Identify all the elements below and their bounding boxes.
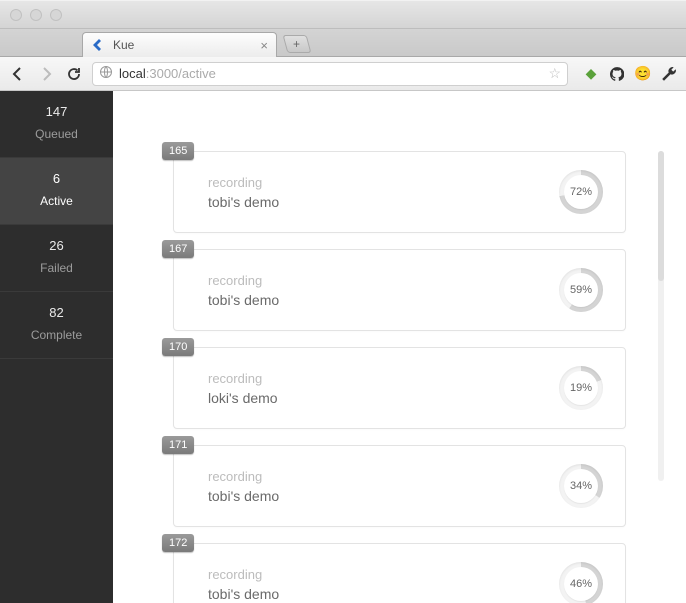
job-id-badge: 170 [162,338,194,356]
sidebar-count: 82 [0,305,113,320]
progress-value: 34% [564,469,598,503]
job-id-badge: 167 [162,240,194,258]
browser-tab-strip: Kue × + [0,29,686,57]
bookmark-star-icon[interactable]: ☆ [548,65,561,82]
window-titlebar [0,0,686,29]
progress-value: 46% [564,567,598,601]
progress-value: 59% [564,273,598,307]
new-tab-button[interactable]: + [283,35,312,53]
sidebar-item-active[interactable]: 6 Active [0,158,113,225]
window-zoom-button[interactable] [50,9,62,21]
window-controls [10,9,62,21]
job-card[interactable]: 171 recording tobi's demo 34% [173,445,626,527]
job-type: recording [208,273,559,288]
progress-ring: 72% [559,170,603,214]
job-id-badge: 172 [162,534,194,552]
job-card[interactable]: 172 recording tobi's demo 46% [173,543,626,603]
forward-button[interactable] [36,64,56,84]
extension-icons: ◆ 😊 [576,65,678,83]
sidebar-label: Failed [0,261,113,275]
job-id-badge: 171 [162,436,194,454]
reload-button[interactable] [64,64,84,84]
progress-ring: 59% [559,268,603,312]
job-title: loki's demo [208,390,559,406]
job-title: tobi's demo [208,488,559,504]
url-host: local [119,66,146,81]
job-list: 165 recording tobi's demo 72% 167 record… [173,151,626,603]
job-type: recording [208,175,559,190]
progress-ring: 46% [559,562,603,603]
browser-toolbar: local:3000/active ☆ ◆ 😊 [0,57,686,91]
job-title: tobi's demo [208,194,559,210]
sidebar-label: Active [0,194,113,208]
progress-value: 72% [564,175,598,209]
job-card[interactable]: 167 recording tobi's demo 59% [173,249,626,331]
address-bar[interactable]: local:3000/active ☆ [92,62,568,86]
browser-tab-active[interactable]: Kue × [82,32,277,57]
job-info: recording tobi's demo [208,273,559,308]
job-info: recording tobi's demo [208,469,559,504]
sidebar-item-failed[interactable]: 26 Failed [0,225,113,292]
window-minimize-button[interactable] [30,9,42,21]
job-info: recording tobi's demo [208,567,559,602]
job-info: recording tobi's demo [208,175,559,210]
tab-title: Kue [113,38,260,52]
job-title: tobi's demo [208,586,559,602]
url-text: local:3000/active [119,66,548,81]
job-type: recording [208,371,559,386]
job-card[interactable]: 170 recording loki's demo 19% [173,347,626,429]
progress-ring: 34% [559,464,603,508]
job-card[interactable]: 165 recording tobi's demo 72% [173,151,626,233]
kue-favicon [91,37,107,53]
progress-ring: 19% [559,366,603,410]
extension-icon[interactable]: 😊 [634,65,652,83]
sidebar-item-queued[interactable]: 147 Queued [0,91,113,158]
url-path: :3000/active [146,66,216,81]
sidebar: 147 Queued 6 Active 26 Failed 82 Complet… [0,91,113,603]
extension-icon[interactable] [608,65,626,83]
sidebar-count: 26 [0,238,113,253]
job-type: recording [208,469,559,484]
back-button[interactable] [8,64,28,84]
tab-close-icon[interactable]: × [260,38,268,53]
globe-icon [99,65,113,82]
scrollbar-thumb[interactable] [658,151,664,281]
sidebar-label: Complete [0,328,113,342]
wrench-icon[interactable] [660,65,678,83]
progress-value: 19% [564,371,598,405]
job-info: recording loki's demo [208,371,559,406]
main-panel: 165 recording tobi's demo 72% 167 record… [113,91,686,603]
job-id-badge: 165 [162,142,194,160]
window-close-button[interactable] [10,9,22,21]
job-title: tobi's demo [208,292,559,308]
sidebar-count: 6 [0,171,113,186]
sidebar-label: Queued [0,127,113,141]
job-type: recording [208,567,559,582]
extension-icon[interactable]: ◆ [582,65,600,83]
page-content: 147 Queued 6 Active 26 Failed 82 Complet… [0,91,686,603]
sidebar-item-complete[interactable]: 82 Complete [0,292,113,359]
sidebar-count: 147 [0,104,113,119]
